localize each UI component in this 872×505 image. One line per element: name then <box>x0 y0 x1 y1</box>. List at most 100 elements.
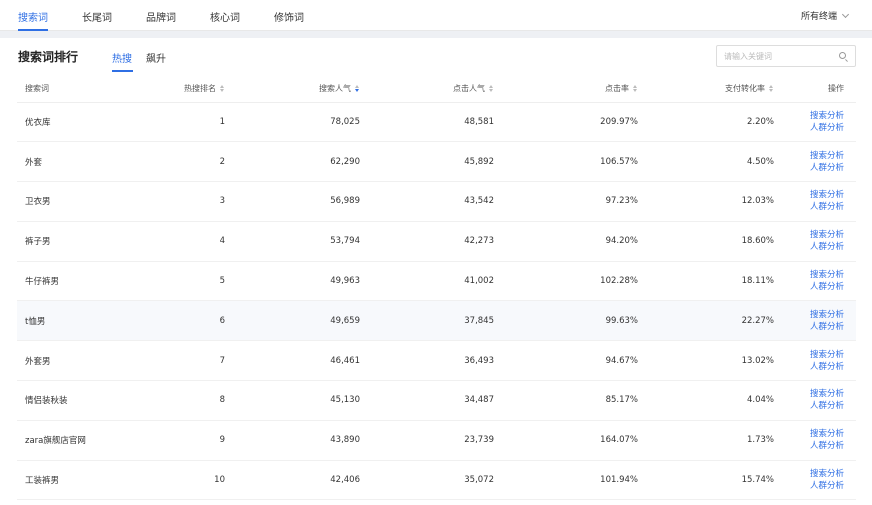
cell-click-rate: 209.97% <box>494 102 638 143</box>
terminal-dropdown[interactable]: 所有终端 <box>800 9 850 22</box>
cell-search-popularity: 62,290 <box>225 141 360 183</box>
sort-icon[interactable] <box>220 85 225 93</box>
cell-keyword: 卫衣男 <box>17 181 137 222</box>
cell-search-popularity: 53,794 <box>225 221 360 262</box>
cell-click-popularity: 41,002 <box>360 261 494 302</box>
table-row: 牛仔裤男 5 49,963 41,002 102.28% 18.11% 搜索分析 人群分析 <box>17 261 856 302</box>
table-header-row: 搜索词 热搜排名 搜索人气 点击人气 点击率 支付转化率 操作 <box>17 76 856 103</box>
cell-actions: 搜索分析 人群分析 <box>774 261 856 302</box>
header-click-rate[interactable]: 点击率 <box>494 76 638 103</box>
cell-pay-conversion: 1.73% <box>638 420 774 461</box>
header-keyword: 搜索词 <box>17 76 137 103</box>
crowd-analysis-link[interactable]: 人群分析 <box>774 400 844 412</box>
cell-search-popularity: 56,989 <box>225 181 360 222</box>
search-box <box>716 45 856 67</box>
cell-pay-conversion: 4.04% <box>638 380 774 421</box>
subtab-rising[interactable]: 飙升 <box>146 50 166 65</box>
cell-search-popularity: 45,130 <box>225 380 360 421</box>
crowd-analysis-link[interactable]: 人群分析 <box>774 480 844 492</box>
table-row: 裤子男 4 53,794 42,273 94.20% 18.60% 搜索分析 人群分析 <box>17 221 856 262</box>
cell-actions: 搜索分析 人群分析 <box>774 460 856 501</box>
active-subtab-indicator <box>112 70 133 72</box>
cell-search-popularity: 49,659 <box>225 300 360 342</box>
cell-hot-rank: 10 <box>137 460 225 501</box>
cell-click-rate: 94.67% <box>494 340 638 382</box>
cell-actions: 搜索分析 人群分析 <box>774 102 856 143</box>
cell-search-popularity: 43,890 <box>225 420 360 461</box>
cell-hot-rank: 4 <box>137 221 225 262</box>
header-actions: 操作 <box>774 76 856 103</box>
cell-search-popularity: 49,963 <box>225 261 360 302</box>
sort-desc-icon[interactable] <box>355 85 360 93</box>
sort-icon[interactable] <box>769 85 774 93</box>
crowd-analysis-link[interactable]: 人群分析 <box>774 241 844 253</box>
cell-search-popularity: 42,406 <box>225 460 360 501</box>
table-row: 卫衣男 3 56,989 43,542 97.23% 12.03% 搜索分析 人群分析 <box>17 181 856 222</box>
tab-search-words[interactable]: 搜索词 <box>18 9 48 24</box>
table-row: 外套 2 62,290 45,892 106.57% 4.50% 搜索分析 人群分析 <box>17 141 856 183</box>
cell-click-rate: 164.07% <box>494 420 638 461</box>
search-analysis-link[interactable]: 搜索分析 <box>774 189 844 201</box>
subtab-hot[interactable]: 热搜 <box>112 50 132 65</box>
cell-keyword: 优衣库 <box>17 102 137 143</box>
cell-click-rate: 102.28% <box>494 261 638 302</box>
crowd-analysis-link[interactable]: 人群分析 <box>774 321 844 333</box>
cell-click-popularity: 23,739 <box>360 420 494 461</box>
chevron-down-icon <box>841 10 850 19</box>
cell-actions: 搜索分析 人群分析 <box>774 181 856 222</box>
search-analysis-link[interactable]: 搜索分析 <box>774 428 844 440</box>
search-ranking-table: 搜索词 热搜排名 搜索人气 点击人气 点击率 支付转化率 操作 优衣库 1 78,0… <box>17 76 856 501</box>
cell-click-rate: 97.23% <box>494 181 638 222</box>
cell-keyword: 裤子男 <box>17 221 137 262</box>
keyword-search-input[interactable] <box>724 49 834 63</box>
table-row: 外套男 7 46,461 36,493 94.67% 13.02% 搜索分析 人群分析 <box>17 340 856 382</box>
sort-icon[interactable] <box>489 85 494 93</box>
cell-keyword: t恤男 <box>17 300 137 342</box>
search-analysis-link[interactable]: 搜索分析 <box>774 229 844 241</box>
cell-pay-conversion: 2.20% <box>638 102 774 143</box>
terminal-label: 所有终端 <box>800 12 837 22</box>
table-row: t恤男 6 49,659 37,845 99.63% 22.27% 搜索分析 人群分析 <box>17 300 856 342</box>
cell-keyword: 情侣装秋装 <box>17 380 137 421</box>
tab-modifier-words[interactable]: 修饰词 <box>274 9 304 24</box>
header-click-popularity[interactable]: 点击人气 <box>360 76 494 103</box>
cell-click-popularity: 34,487 <box>360 380 494 421</box>
section-title: 搜索词排行 <box>18 50 79 64</box>
sort-icon[interactable] <box>633 85 638 93</box>
tab-core-words[interactable]: 核心词 <box>210 9 240 24</box>
cell-keyword: 牛仔裤男 <box>17 261 137 302</box>
cell-click-popularity: 36,493 <box>360 340 494 382</box>
crowd-analysis-link[interactable]: 人群分析 <box>774 440 844 452</box>
top-nav: 搜索词 长尾词 品牌词 核心词 修饰词 所有终端 <box>0 0 872 31</box>
search-analysis-link[interactable]: 搜索分析 <box>774 388 844 400</box>
cell-click-popularity: 48,581 <box>360 102 494 143</box>
tab-long-tail-words[interactable]: 长尾词 <box>82 9 112 24</box>
cell-keyword: 外套 <box>17 141 137 183</box>
crowd-analysis-link[interactable]: 人群分析 <box>774 162 844 174</box>
header-pay-conversion[interactable]: 支付转化率 <box>638 76 774 103</box>
crowd-analysis-link[interactable]: 人群分析 <box>774 361 844 373</box>
search-analysis-link[interactable]: 搜索分析 <box>774 110 844 122</box>
cell-search-popularity: 46,461 <box>225 340 360 382</box>
crowd-analysis-link[interactable]: 人群分析 <box>774 122 844 134</box>
cell-keyword: 外套男 <box>17 340 137 382</box>
crowd-analysis-link[interactable]: 人群分析 <box>774 201 844 213</box>
search-analysis-link[interactable]: 搜索分析 <box>774 349 844 361</box>
search-analysis-link[interactable]: 搜索分析 <box>774 468 844 480</box>
table-row: zara旗舰店官网 9 43,890 23,739 164.07% 1.73% 搜索分析 人群… <box>17 420 856 461</box>
tab-brand-words[interactable]: 品牌词 <box>146 9 176 24</box>
crowd-analysis-link[interactable]: 人群分析 <box>774 281 844 293</box>
cell-pay-conversion: 12.03% <box>638 181 774 222</box>
cell-click-popularity: 37,845 <box>360 300 494 342</box>
cell-click-popularity: 35,072 <box>360 460 494 501</box>
cell-click-rate: 106.57% <box>494 141 638 183</box>
header-search-popularity[interactable]: 搜索人气 <box>225 76 360 103</box>
cell-actions: 搜索分析 人群分析 <box>774 380 856 421</box>
search-analysis-link[interactable]: 搜索分析 <box>774 309 844 321</box>
search-icon[interactable] <box>839 52 846 59</box>
header-hot-rank[interactable]: 热搜排名 <box>137 76 225 103</box>
cell-click-rate: 85.17% <box>494 380 638 421</box>
table-row: 优衣库 1 78,025 48,581 209.97% 2.20% 搜索分析 人群分析 <box>17 102 856 143</box>
search-analysis-link[interactable]: 搜索分析 <box>774 269 844 281</box>
search-analysis-link[interactable]: 搜索分析 <box>774 150 844 162</box>
